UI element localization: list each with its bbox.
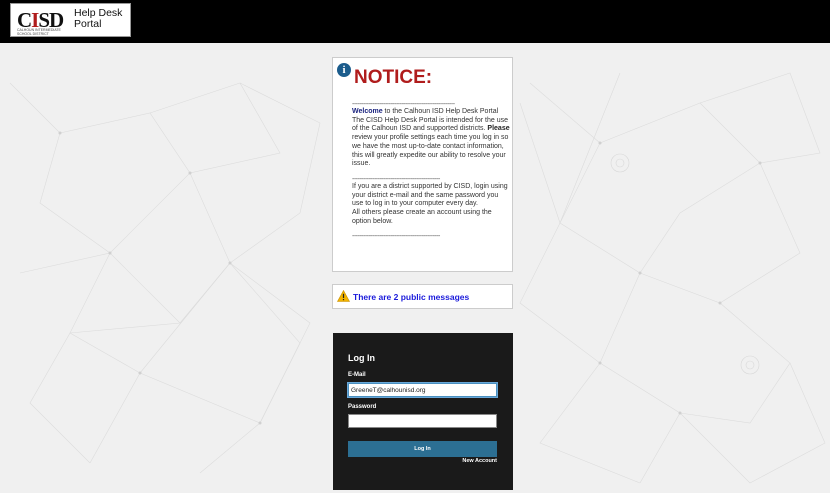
- public-messages-panel[interactable]: There are 2 public messages: [332, 284, 513, 309]
- public-messages-link[interactable]: There are 2 public messages: [353, 292, 469, 302]
- portal-title-line2: Portal: [74, 18, 102, 30]
- notice-divider: ----------------------------------------…: [352, 175, 440, 183]
- notice-welcome-paragraph: Welcome to the Calhoun ISD Help Desk Por…: [352, 108, 510, 169]
- notice-body: ----------------------------------------…: [352, 101, 510, 240]
- password-label: Password: [348, 404, 377, 410]
- new-account-link[interactable]: New Account: [462, 458, 497, 464]
- notice-panel: i NOTICE: ------------------------------…: [332, 57, 513, 272]
- notice-divider: ----------------------------------------…: [352, 233, 440, 241]
- logo-subtext: CALHOUN INTERMEDIATE SCHOOL DISTRICT: [17, 28, 61, 36]
- please-text: review your profile settings each time y…: [352, 134, 509, 168]
- others-text: All others please create an account usin…: [352, 209, 492, 225]
- mouse-cursor-icon: ↖: [108, 2, 117, 13]
- warning-icon: [337, 290, 350, 302]
- login-panel: Log In E-Mail Password Log In New Accoun…: [333, 333, 513, 490]
- top-bar: CISD CALHOUN INTERMEDIATE SCHOOL DISTRIC…: [0, 0, 830, 43]
- please-keyword: Please: [487, 125, 510, 133]
- notice-divider: ----------------------------------------…: [352, 101, 455, 108]
- password-field[interactable]: [348, 414, 497, 428]
- district-login-text: If you are a district supported by CISD,…: [352, 182, 508, 208]
- welcome-keyword: Welcome: [352, 108, 383, 115]
- info-icon: i: [337, 63, 351, 77]
- notice-title: NOTICE:: [354, 67, 433, 88]
- email-label: E-Mail: [348, 372, 366, 378]
- email-field[interactable]: [348, 383, 497, 397]
- login-title: Log In: [348, 353, 375, 363]
- login-button[interactable]: Log In: [348, 441, 497, 457]
